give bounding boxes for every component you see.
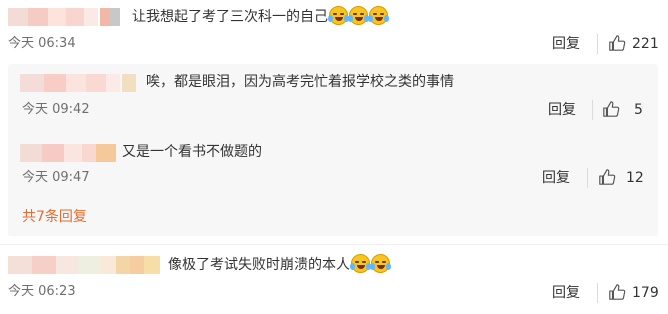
reply-text: 唉，都是眼泪，因为高考完忙着报学校之类的事情 (146, 74, 454, 90)
divider (592, 100, 593, 120)
like-count: 221 (632, 36, 659, 52)
divider (0, 244, 668, 245)
timestamp: 今天 09:42 (22, 102, 90, 117)
comment-text: 让我想起了考了三次科一的自己 (132, 6, 389, 27)
divider (597, 34, 598, 54)
like-count: 179 (632, 285, 659, 301)
like-count: 12 (626, 170, 644, 186)
like-count: 5 (634, 102, 643, 118)
thumbs-up-icon[interactable] (598, 168, 616, 186)
thumbs-up-icon[interactable] (608, 34, 626, 52)
divider (597, 283, 598, 303)
thumbs-up-icon[interactable] (608, 283, 626, 301)
laughing-crying-face-icon (328, 6, 349, 25)
reply-button[interactable]: 回复 (542, 169, 570, 187)
laughing-crying-face-icon (350, 254, 371, 273)
laughing-crying-face-icon (368, 6, 389, 25)
username-blurred[interactable] (20, 74, 136, 92)
username-blurred[interactable] (8, 8, 120, 26)
username-blurred[interactable] (20, 144, 116, 162)
comment-body: 像极了考试失败时崩溃的本人 (168, 257, 350, 273)
thumbs-up-icon[interactable] (602, 100, 620, 118)
reply-button[interactable]: 回复 (548, 101, 576, 119)
username-blurred[interactable] (8, 256, 160, 274)
timestamp: 今天 09:47 (22, 170, 90, 185)
laughing-crying-face-icon (370, 254, 391, 273)
timestamp: 今天 06:34 (8, 36, 76, 51)
divider (587, 168, 588, 188)
reply-text: 又是一个看书不做题的 (122, 144, 262, 160)
reply-button[interactable]: 回复 (552, 284, 580, 302)
reply-thread: 唉，都是眼泪，因为高考完忙着报学校之类的事情 今天 09:42 回复 5 又是一… (8, 64, 658, 236)
reply-button[interactable]: 回复 (552, 35, 580, 53)
comment-body: 让我想起了考了三次科一的自己 (132, 9, 328, 25)
laughing-crying-face-icon (348, 6, 369, 25)
timestamp: 今天 06:23 (8, 284, 76, 299)
expand-replies-link[interactable]: 共7条回复 (22, 208, 87, 226)
comment-text: 像极了考试失败时崩溃的本人 (168, 254, 391, 275)
